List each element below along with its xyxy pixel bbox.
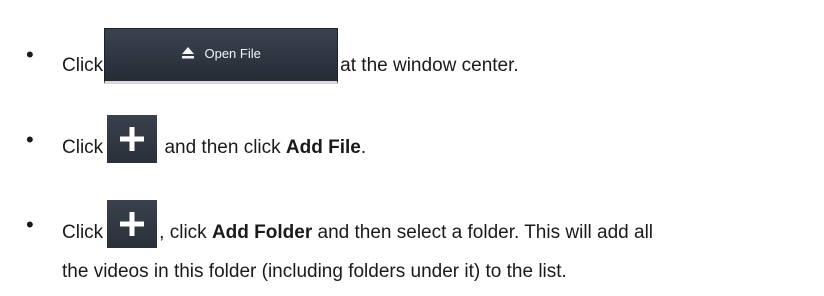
list-item-tail: . <box>360 137 367 159</box>
list-item-continuation-text: the videos in this folder (including fol… <box>62 261 567 282</box>
list-item-lead: Click <box>62 137 104 159</box>
eject-icon <box>182 46 195 59</box>
instruction-document: • Click Open File at the window center. … <box>0 0 824 296</box>
add-button[interactable] <box>107 115 158 163</box>
list-item-line: Click and then click Add File. <box>62 115 367 172</box>
plus-icon <box>120 212 145 236</box>
list-item-tail: and then select a folder. This will add … <box>317 222 654 244</box>
list-item-lead: Click <box>62 222 104 244</box>
list-item-mid: and then click <box>164 137 281 159</box>
list-item-tail: at the window center. <box>340 55 519 77</box>
add-button[interactable] <box>107 200 158 248</box>
plus-icon <box>120 127 145 151</box>
bullet: • <box>26 42 34 67</box>
list-item-line: Click Open File at the window center. <box>62 28 519 94</box>
list-item-line: Click , click Add Folder and then select… <box>62 200 654 257</box>
list-item-mid: , click <box>159 222 207 244</box>
add-file-menu-text: Add File <box>285 137 361 159</box>
bullet: • <box>26 127 34 152</box>
list-item-continuation: the videos in this folder (including fol… <box>62 262 567 281</box>
open-file-button[interactable]: Open File <box>104 28 339 84</box>
bullet: • <box>26 212 34 237</box>
list-item-lead: Click <box>62 55 104 77</box>
open-file-button-label: Open File <box>204 46 261 61</box>
add-folder-menu-text: Add Folder <box>211 222 313 244</box>
